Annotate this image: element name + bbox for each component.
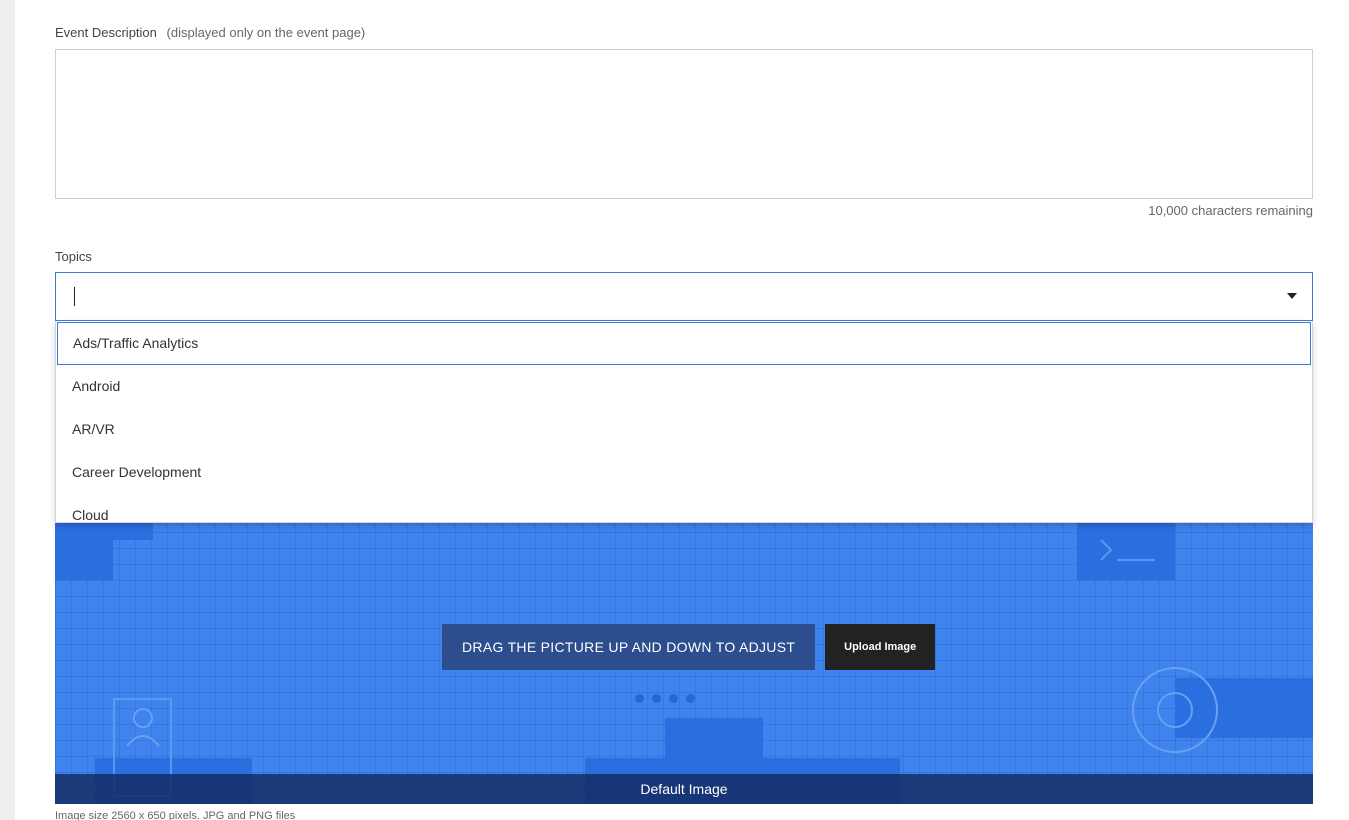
drag-adjust-hint: DRAG THE PICTURE UP AND DOWN TO ADJUST [442,624,816,670]
topic-option[interactable]: Android [56,365,1312,408]
terminal-icon [1100,539,1155,561]
topics-select[interactable] [55,272,1313,321]
text-cursor [74,287,75,306]
banner-image[interactable]: DRAG THE PICTURE UP AND DOWN TO ADJUST U… [55,500,1313,804]
chars-remaining: 10,000 characters remaining [1148,203,1313,218]
gear-icon [1132,667,1218,753]
description-textarea[interactable] [55,49,1313,199]
topics-dropdown: Ads/Traffic Analytics Android AR/VR Care… [55,321,1313,523]
description-hint: (displayed only on the event page) [166,25,366,40]
default-image-label: Default Image [55,774,1313,804]
topic-option[interactable]: Cloud [56,494,1312,522]
dot-icon [652,694,661,703]
image-size-note: Image size 2560 x 650 pixels. JPG and PN… [55,810,296,820]
chevron-down-icon[interactable] [1287,293,1297,299]
banner-block [55,540,113,580]
description-label-row: Event Description (displayed only on the… [55,25,365,40]
topic-option[interactable]: Career Development [56,451,1312,494]
description-label: Event Description [55,25,157,40]
event-form: Event Description (displayed only on the… [55,0,1313,820]
upload-image-button[interactable]: Upload Image [825,624,936,670]
carousel-dots [635,694,695,703]
dot-icon [686,694,695,703]
left-gutter [0,0,15,820]
topics-label: Topics [55,249,92,264]
banner-controls: DRAG THE PICTURE UP AND DOWN TO ADJUST U… [442,624,936,670]
topic-option[interactable]: Ads/Traffic Analytics [57,322,1311,365]
topic-option[interactable]: AR/VR [56,408,1312,451]
dot-icon [635,694,644,703]
dot-icon [669,694,678,703]
